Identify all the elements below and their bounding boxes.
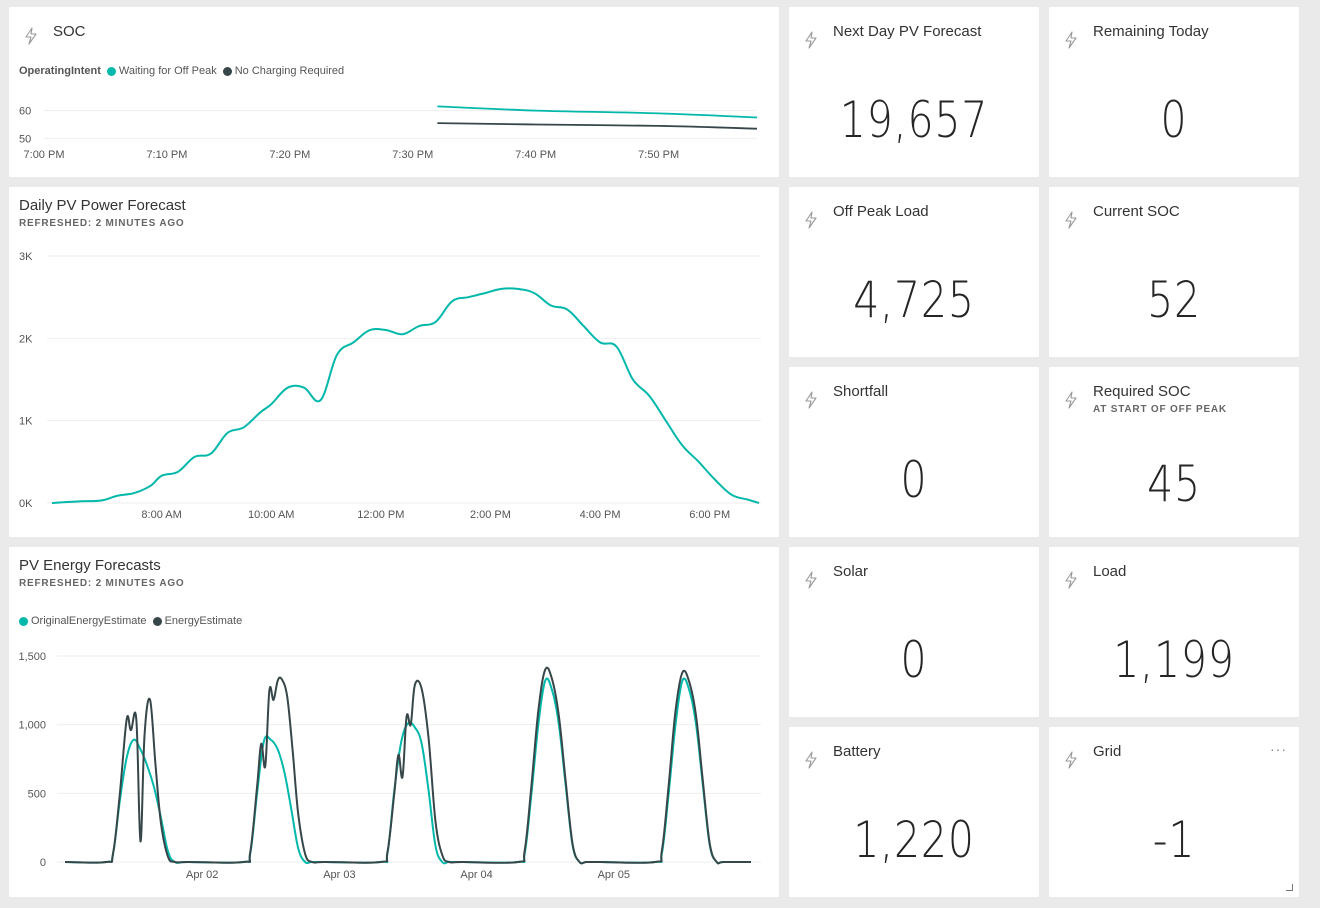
kpi-solar[interactable]: Solar 0 <box>789 547 1039 717</box>
kpi-value: 52 <box>1147 271 1201 329</box>
kpi-title: Current SOC <box>1093 203 1180 220</box>
series-line-original-estimate <box>64 677 751 865</box>
x-tick-label: 7:20 PM <box>269 149 310 161</box>
series-line-pv-power <box>51 287 760 504</box>
kpi-value: 1,220 <box>853 811 975 869</box>
series-line-waiting <box>437 105 758 119</box>
lightning-bolt-icon <box>1063 751 1079 769</box>
soc-chart[interactable]: 60 50 7:00 PM 7:10 PM 7:20 PM 7:30 PM 7:40 PM 7… <box>9 7 779 177</box>
x-tick-label: 7:40 PM <box>515 149 556 161</box>
y-tick-label: 50 <box>19 133 31 145</box>
x-tick-label: Apr 03 <box>323 869 355 881</box>
kpi-current-soc[interactable]: Current SOC 52 <box>1049 187 1299 357</box>
kpi-title: Load <box>1093 563 1127 580</box>
lightning-bolt-icon <box>1063 391 1079 409</box>
y-tick-label: 60 <box>19 106 31 118</box>
y-tick-label: 0 <box>40 857 46 869</box>
pv-energy-chart[interactable]: 1,500 1,000 500 0 Apr 02 Apr 03 Apr 04 Apr 05 <box>9 547 779 897</box>
y-tick-label: 1,000 <box>18 720 46 732</box>
lightning-bolt-icon <box>803 391 819 409</box>
kpi-remaining-today[interactable]: Remaining Today 0 <box>1049 7 1299 177</box>
kpi-title: Shortfall <box>833 383 889 400</box>
kpi-value: 1,199 <box>1113 631 1235 689</box>
kpi-title: Grid <box>1093 743 1122 760</box>
x-tick-label: 12:00 PM <box>357 509 404 521</box>
pv-energy-tile[interactable]: PV Energy Forecasts REFRESHED: 2 MINUTES… <box>9 547 779 897</box>
lightning-bolt-icon <box>803 751 819 769</box>
x-tick-label: Apr 04 <box>460 869 492 881</box>
lightning-bolt-icon <box>803 571 819 589</box>
kpi-value: 0 <box>900 451 928 509</box>
kpi-value: 19,657 <box>839 91 989 149</box>
x-tick-label: 7:30 PM <box>392 149 433 161</box>
x-tick-label: Apr 02 <box>186 869 218 881</box>
kpi-battery[interactable]: Battery 1,220 <box>789 727 1039 897</box>
lightning-bolt-icon <box>1063 31 1079 49</box>
more-options-icon[interactable]: ··· <box>1270 741 1287 757</box>
x-tick-label: 7:50 PM <box>638 149 679 161</box>
kpi-title: Off Peak Load <box>833 203 929 220</box>
series-line-energy-estimate <box>64 666 751 865</box>
y-tick-label: 500 <box>28 788 46 800</box>
lightning-bolt-icon <box>1063 571 1079 589</box>
kpi-value: 0 <box>900 631 928 689</box>
lightning-bolt-icon <box>803 31 819 49</box>
pv-power-chart[interactable]: 3K 2K 1K 0K 8:00 AM 10:00 AM 12:00 PM 2:00 PM 4:… <box>9 187 779 537</box>
kpi-title: Battery <box>833 743 881 760</box>
kpi-title: Next Day PV Forecast <box>833 23 982 40</box>
kpi-subtitle: AT START OF OFF PEAK <box>1093 404 1227 415</box>
lightning-bolt-icon <box>1063 211 1079 229</box>
resize-handle-icon[interactable] <box>1286 884 1293 891</box>
y-tick-label: 1K <box>19 416 33 428</box>
kpi-load[interactable]: Load 1,199 <box>1049 547 1299 717</box>
kpi-off-peak-load[interactable]: Off Peak Load 4,725 <box>789 187 1039 357</box>
soc-tile[interactable]: SOC OperatingIntent Waiting for Off Peak… <box>9 7 779 177</box>
kpi-value: 45 <box>1147 455 1201 513</box>
x-tick-label: 10:00 AM <box>248 509 294 521</box>
kpi-shortfall[interactable]: Shortfall 0 <box>789 367 1039 537</box>
x-tick-label: 7:10 PM <box>146 149 187 161</box>
lightning-bolt-icon <box>803 211 819 229</box>
y-tick-label: 2K <box>19 333 33 345</box>
x-tick-label: 8:00 AM <box>141 509 181 521</box>
series-line-no-charging <box>437 122 758 130</box>
kpi-value: 0 <box>1160 91 1188 149</box>
kpi-title: Remaining Today <box>1093 23 1209 40</box>
kpi-grid[interactable]: Grid ··· -1 <box>1049 727 1299 897</box>
x-tick-label: Apr 05 <box>598 869 630 881</box>
kpi-value: 4,725 <box>853 271 975 329</box>
kpi-title: Required SOC <box>1093 383 1191 400</box>
kpi-title: Solar <box>833 563 869 580</box>
x-tick-label: 4:00 PM <box>580 509 621 521</box>
y-tick-label: 1,500 <box>18 651 46 663</box>
pv-power-tile[interactable]: Daily PV Power Forecast REFRESHED: 2 MIN… <box>9 187 779 537</box>
x-tick-label: 7:00 PM <box>24 149 65 161</box>
kpi-value: -1 <box>1152 811 1196 869</box>
kpi-next-day-pv-forecast[interactable]: Next Day PV Forecast 19,657 <box>789 7 1039 177</box>
x-tick-label: 2:00 PM <box>470 509 511 521</box>
y-tick-label: 0K <box>19 498 33 510</box>
x-tick-label: 6:00 PM <box>689 509 730 521</box>
y-tick-label: 3K <box>19 251 33 263</box>
kpi-required-soc[interactable]: Required SOC AT START OF OFF PEAK 45 <box>1049 367 1299 537</box>
